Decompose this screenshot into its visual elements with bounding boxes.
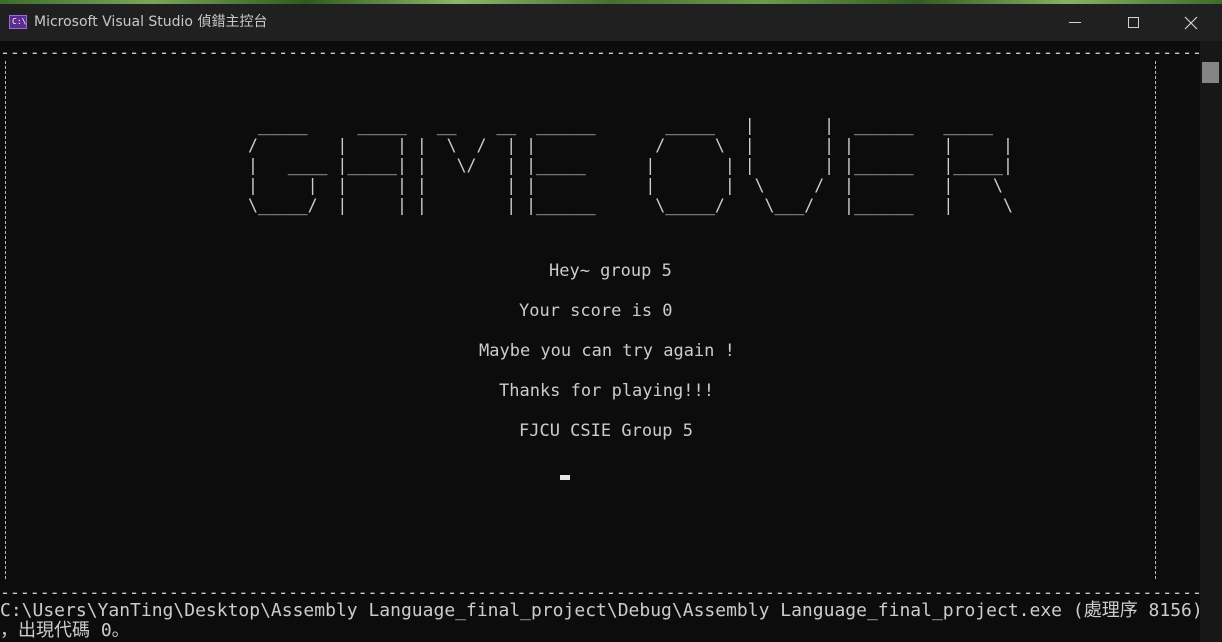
greeting-line: Hey~ group 5 bbox=[549, 261, 672, 281]
maximize-button[interactable] bbox=[1104, 4, 1162, 41]
frame-border-left bbox=[5, 61, 6, 579]
frame-border-right bbox=[1155, 61, 1156, 579]
close-button[interactable] bbox=[1162, 4, 1220, 41]
text-cursor bbox=[560, 475, 570, 480]
retry-line: Maybe you can try again ! bbox=[479, 341, 735, 361]
game-over-ascii-art: _____ _____ __ __ ______ _____ | | _____… bbox=[248, 116, 1013, 215]
console-window: C:\ Microsoft Visual Studio 偵錯主控台 ------… bbox=[0, 0, 1222, 642]
minimize-button[interactable] bbox=[1046, 4, 1104, 41]
maximize-icon bbox=[1127, 17, 1139, 28]
vertical-scrollbar[interactable] bbox=[1200, 41, 1222, 642]
app-icon-glyph: C:\ bbox=[12, 17, 27, 26]
exit-message-line-2: ，出現代碼 0。 bbox=[0, 620, 130, 641]
title-bar[interactable]: C:\ Microsoft Visual Studio 偵錯主控台 bbox=[0, 4, 1222, 41]
credits-line: FJCU CSIE Group 5 bbox=[519, 421, 693, 441]
frame-border-top: ----------------------------------------… bbox=[0, 43, 1222, 62]
scrollbar-thumb[interactable] bbox=[1202, 62, 1219, 83]
exit-message-line-1: C:\Users\YanTing\Desktop\Assembly Langua… bbox=[0, 600, 1222, 621]
minimize-icon bbox=[1069, 22, 1081, 23]
close-icon bbox=[1184, 16, 1198, 29]
window-title: Microsoft Visual Studio 偵錯主控台 bbox=[34, 14, 268, 30]
thanks-line: Thanks for playing!!! bbox=[499, 381, 714, 401]
console-output[interactable]: ----------------------------------------… bbox=[0, 41, 1222, 642]
visual-studio-console-icon: C:\ bbox=[9, 15, 27, 29]
score-line: Your score is 0 bbox=[519, 301, 673, 321]
